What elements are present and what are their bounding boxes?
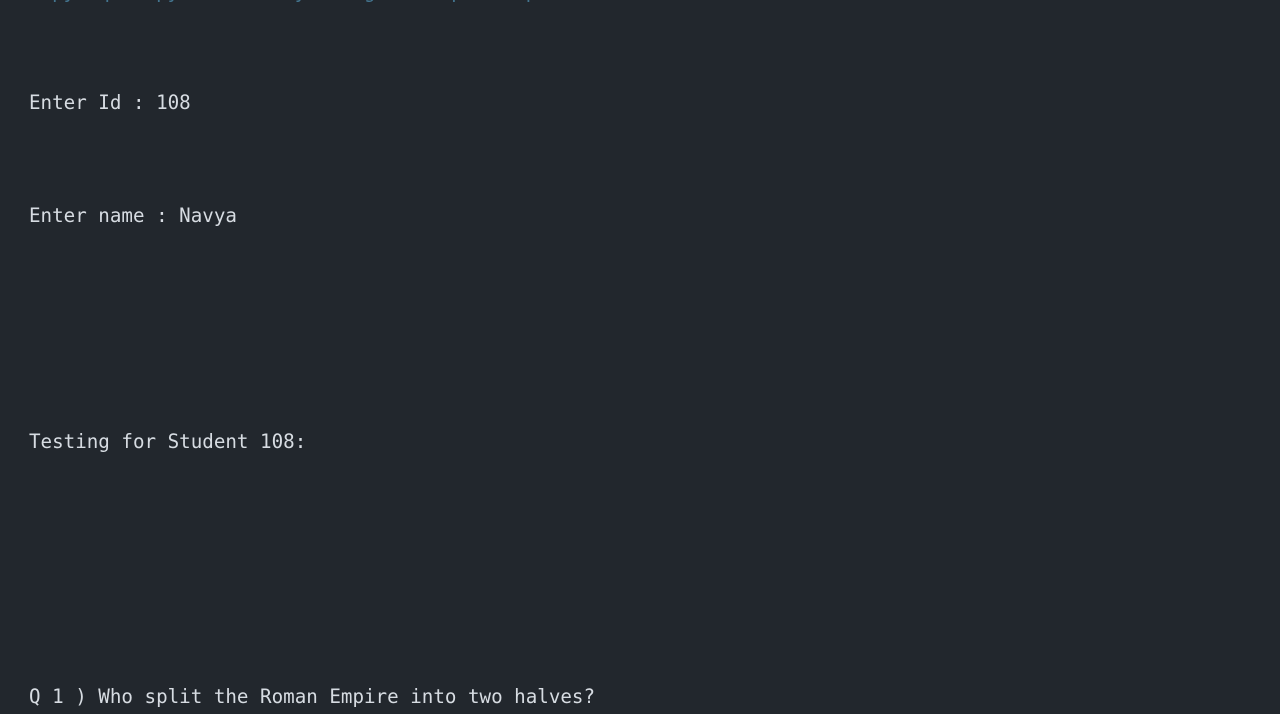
enter-name-line: Enter name : Navya bbox=[29, 204, 237, 228]
testing-header-line: Testing for Student 108: bbox=[29, 430, 307, 454]
terminal-output-screen[interactable]: Enter Id : 108 Enter name : Navya Testin… bbox=[0, 4, 1280, 714]
terminal-window[interactable]: py quiz.py history regions quiz options … bbox=[0, 0, 1280, 714]
question-1-prompt: Q 1 ) Who split the Roman Empire into tw… bbox=[29, 685, 596, 709]
enter-id-line: Enter Id : 108 bbox=[29, 90, 191, 114]
